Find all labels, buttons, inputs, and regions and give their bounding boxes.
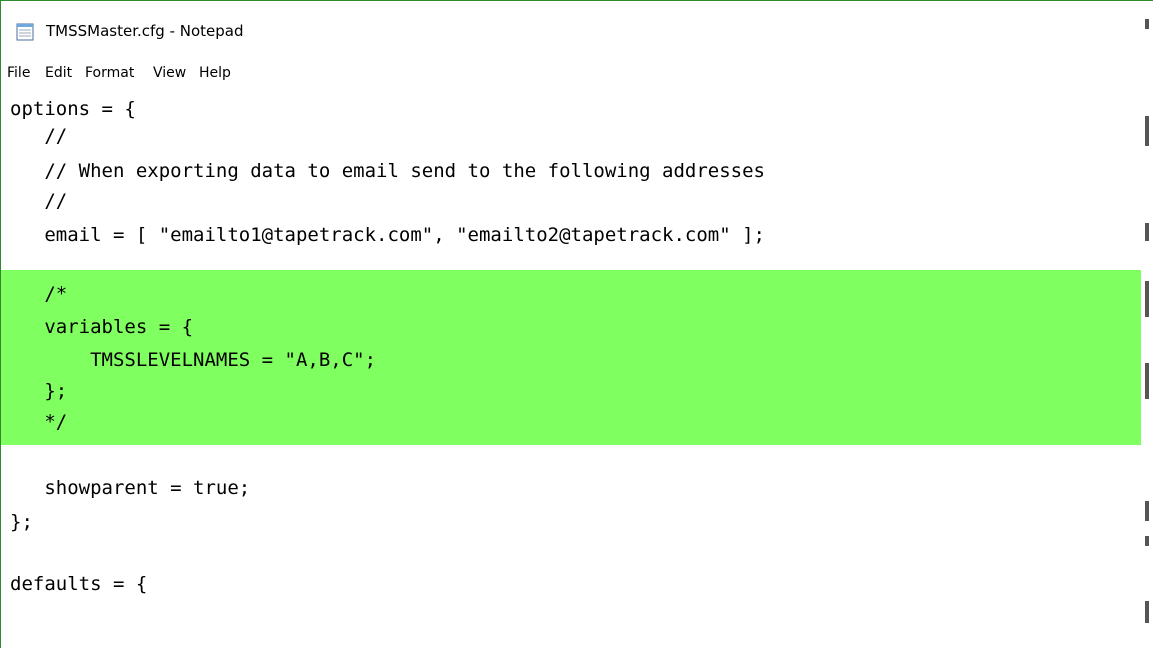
notepad-icon	[16, 23, 34, 41]
menu-edit[interactable]: Edit	[45, 65, 72, 81]
code-line-14: };	[10, 511, 33, 533]
code-line-10: };	[10, 380, 68, 402]
title-bar[interactable]: TMSSMaster.cfg - Notepad	[1, 1, 1141, 59]
menu-help[interactable]: Help	[199, 65, 231, 81]
notepad-window: TMSSMaster.cfg - Notepad File Edit Forma…	[0, 0, 1153, 648]
code-line-4: //	[10, 190, 68, 212]
code-line-3: // When exporting data to email send to …	[10, 160, 765, 182]
edge-mark	[1145, 281, 1149, 317]
adjacent-window-edge	[1141, 1, 1153, 648]
edge-mark	[1145, 19, 1149, 29]
edge-mark	[1145, 601, 1149, 623]
code-line-9: TMSSLEVELNAMES = "A,B,C";	[10, 349, 377, 371]
menu-file[interactable]: File	[7, 65, 30, 81]
code-line-5: email = [ "emailto1@tapetrack.com", "ema…	[10, 224, 765, 246]
menu-format[interactable]: Format	[85, 65, 134, 81]
code-line-2: //	[10, 125, 68, 147]
code-line-8: variables = {	[10, 316, 194, 338]
edge-mark	[1145, 223, 1149, 241]
code-line-11: */	[10, 411, 68, 433]
menu-view[interactable]: View	[153, 65, 186, 81]
window-title: TMSSMaster.cfg - Notepad	[46, 22, 244, 40]
code-line-1: options = {	[10, 98, 136, 120]
text-editor[interactable]: options = { // // When exporting data to…	[1, 92, 1153, 648]
code-line-16: defaults = {	[10, 573, 148, 595]
code-line-7: /*	[10, 283, 68, 305]
edge-mark	[1145, 536, 1149, 546]
menu-bar: File Edit Format View Help	[1, 59, 1141, 92]
code-line-13: showparent = true;	[10, 477, 251, 499]
edge-mark	[1145, 116, 1149, 146]
edge-mark	[1145, 363, 1149, 399]
edge-mark	[1145, 501, 1149, 521]
